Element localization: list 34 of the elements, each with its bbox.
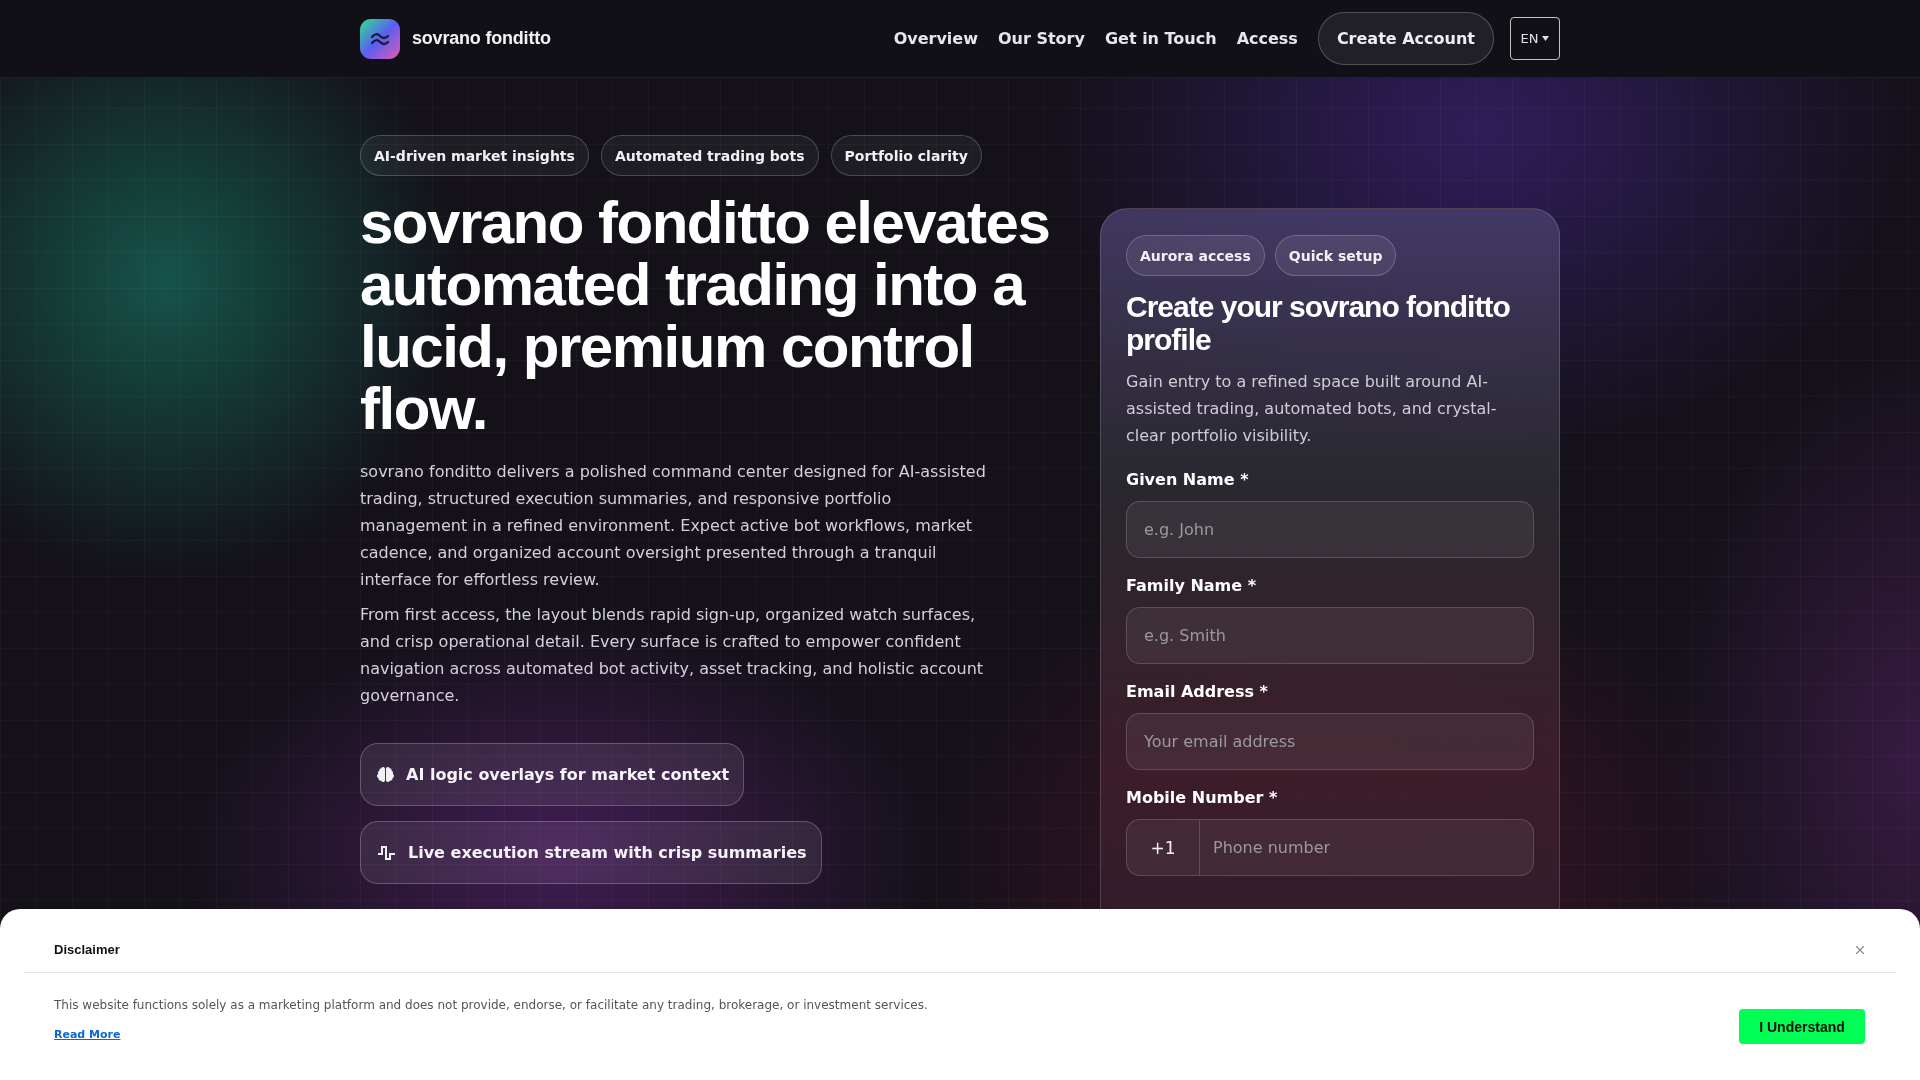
hero-headline: sovrano fonditto elevates automated trading into a lucid, premium control flow.: [360, 192, 1051, 440]
disclaimer-title: Disclaimer: [54, 941, 120, 959]
nav-link[interactable]: Get in Touch: [1104, 29, 1217, 48]
caret-icon: [1542, 36, 1550, 41]
card-tag: Aurora access: [1126, 235, 1265, 276]
form-title: Create your sovrano fonditto profile: [1126, 290, 1511, 356]
create-account-button[interactable]: Create Account: [1317, 12, 1494, 65]
card-tag: Quick setup: [1274, 235, 1397, 276]
disclaimer-text: This website functions solely as a marketing platform and does not provide, endorse, or facilitate any trading, brokerage, or investment services.: [54, 997, 928, 1014]
nav-link[interactable]: Access: [1236, 29, 1298, 48]
brain-icon: [377, 766, 394, 783]
field-label: Email Address *: [1126, 681, 1269, 703]
hero-paragraph: From first access, the layout blends rapid sign-up, organized watch surfaces, and crisp operational detail. Every surface is crafted to empower confident navigation across automated bot activity, asset tracking, and holistic account governance.: [360, 604, 985, 707]
logo-icon: [360, 18, 400, 59]
country-code-select[interactable]: +1: [1126, 819, 1200, 876]
language-select[interactable]: EN: [1510, 17, 1560, 60]
nav-link[interactable]: Our Story: [998, 29, 1085, 48]
feature-label: AI logic overlays for market context: [406, 765, 730, 784]
feature-tag: Portfolio clarity: [830, 135, 982, 176]
brand-name[interactable]: sovrano fonditto: [412, 28, 551, 49]
field-label: Mobile Number *: [1126, 787, 1279, 809]
field-label: Given Name *: [1126, 469, 1250, 491]
read-more-link[interactable]: Read More: [54, 1027, 121, 1043]
field-label: Family Name *: [1126, 575, 1258, 597]
close-button[interactable]: [1853, 943, 1867, 957]
hero-paragraph: sovrano fonditto delivers a polished command center designed for AI-assisted trading, structured execution summaries, and responsive portfolio management in a refined environment. Expect active bot workflows, market cadence, and organized account oversight presented through a tranquil interface for effortless review.: [360, 461, 987, 591]
feature-tag: AI-driven market insights: [360, 135, 589, 176]
nav-link[interactable]: Overview: [893, 29, 978, 48]
form-description: Gain entry to a refined space built around AI-assisted trading, automated bots, and crystal-clear portfolio visibility.: [1126, 371, 1498, 447]
understand-button[interactable]: I Understand: [1739, 1009, 1865, 1044]
feature-tag: Automated trading bots: [600, 135, 819, 176]
close-icon: [1853, 943, 1867, 957]
pulse-icon: [377, 844, 396, 861]
feature-label: Live execution stream with crisp summaries: [408, 843, 807, 862]
